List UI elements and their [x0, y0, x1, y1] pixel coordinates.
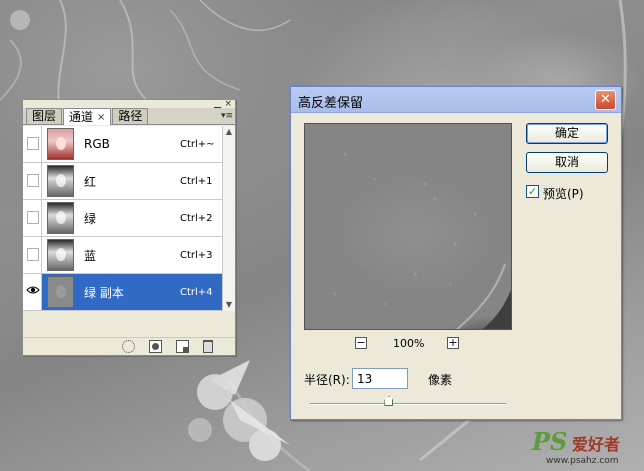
preview-checkbox-label: 预览(P)	[543, 187, 584, 201]
channel-shortcut: Ctrl+1	[180, 175, 213, 187]
visibility-toggle[interactable]	[23, 126, 42, 162]
radius-input[interactable]	[352, 368, 408, 389]
ok-button[interactable]: 确定	[526, 123, 608, 144]
visibility-toggle[interactable]	[23, 200, 42, 236]
radius-label: 半径(R):	[304, 373, 350, 387]
visibility-box	[27, 174, 39, 187]
channels-panel: ▁ × 图层 通道 × 路径 ▾≡ RGB Ctrl+~ 红 Ctrl+1 绿 …	[22, 99, 236, 356]
checkmark-icon[interactable]: ✓	[526, 185, 539, 198]
radius-slider-thumb[interactable]	[384, 396, 394, 406]
channel-shortcut: Ctrl+3	[180, 249, 213, 261]
channel-thumbnail	[47, 128, 74, 160]
eye-icon	[26, 284, 40, 298]
visibility-box	[27, 248, 39, 261]
channel-thumbnail	[47, 239, 74, 271]
channel-list: RGB Ctrl+~ 红 Ctrl+1 绿 Ctrl+2 蓝 Ctrl+3 绿 …	[23, 126, 222, 311]
panel-menu-icon[interactable]: ▾≡	[221, 110, 233, 122]
visibility-toggle[interactable]	[23, 274, 42, 310]
save-mask-icon[interactable]	[149, 340, 162, 353]
channel-row-red[interactable]: 红 Ctrl+1	[23, 163, 222, 200]
watermark: PS 爱好者 www.psahz.com	[532, 425, 640, 469]
channel-shortcut: Ctrl+~	[180, 138, 215, 150]
tab-paths[interactable]: 路径	[112, 108, 149, 124]
tab-layers-label: 图层	[32, 109, 57, 123]
watermark-title: 爱好者	[572, 435, 621, 454]
tab-paths-label: 路径	[118, 109, 143, 123]
channel-name: 绿	[84, 211, 97, 226]
panel-minimize-button[interactable]: ▁	[214, 100, 221, 109]
trash-icon[interactable]	[203, 340, 213, 353]
watermark-ps: PS	[532, 427, 568, 456]
channel-name: 绿 副本	[84, 285, 124, 300]
channel-shortcut: Ctrl+4	[180, 286, 213, 298]
panel-tabs: 图层 通道 × 路径 ▾≡	[23, 108, 235, 125]
channel-name: 蓝	[84, 248, 97, 263]
load-selection-icon[interactable]	[122, 340, 135, 353]
radius-unit: 像素	[428, 373, 453, 387]
zoom-in-button[interactable]: +	[447, 337, 459, 349]
channel-thumbnail	[47, 165, 74, 197]
panel-top-bar: ▁ ×	[23, 100, 235, 109]
high-pass-dialog: 高反差保留 ✕ − 100% + 半径(R): 像素 确定 取消 ✓ 预览(P)	[290, 86, 622, 420]
tab-channels[interactable]: 通道 ×	[63, 108, 112, 125]
new-channel-icon[interactable]	[176, 340, 189, 353]
channel-row-blue[interactable]: 蓝 Ctrl+3	[23, 237, 222, 274]
channel-name: RGB	[84, 137, 110, 151]
panel-close-button[interactable]: ×	[224, 100, 232, 109]
channel-row-rgb[interactable]: RGB Ctrl+~	[23, 126, 222, 163]
visibility-box	[27, 137, 39, 150]
channel-thumbnail	[47, 276, 74, 308]
dialog-title: 高反差保留	[298, 96, 364, 111]
channel-row-green[interactable]: 绿 Ctrl+2	[23, 200, 222, 237]
zoom-controls: − 100% +	[351, 337, 471, 351]
channel-name: 红	[84, 174, 97, 189]
cancel-button[interactable]: 取消	[526, 152, 608, 173]
panel-bottom-toolbar	[23, 337, 235, 355]
dialog-titlebar[interactable]: 高反差保留 ✕	[291, 87, 621, 113]
zoom-out-button[interactable]: −	[355, 337, 367, 349]
tab-channels-label: 通道	[69, 109, 94, 124]
channel-row-green-copy[interactable]: 绿 副本 Ctrl+4	[23, 274, 222, 311]
radius-slider[interactable]	[310, 396, 506, 406]
channel-thumbnail	[47, 202, 74, 234]
dialog-close-button[interactable]: ✕	[595, 90, 616, 110]
visibility-toggle[interactable]	[23, 163, 42, 199]
zoom-level: 100%	[393, 337, 425, 350]
visibility-toggle[interactable]	[23, 237, 42, 273]
channel-list-scrollbar[interactable]: ▲ ▼	[222, 126, 235, 311]
tab-close-icon[interactable]: ×	[97, 110, 105, 125]
filter-preview[interactable]	[304, 123, 512, 330]
tab-layers[interactable]: 图层	[26, 108, 63, 124]
channel-shortcut: Ctrl+2	[180, 212, 213, 224]
visibility-box	[27, 211, 39, 224]
watermark-url: www.psahz.com	[546, 456, 619, 466]
scroll-down-icon[interactable]: ▼	[223, 299, 235, 311]
scroll-up-icon[interactable]: ▲	[223, 126, 235, 138]
